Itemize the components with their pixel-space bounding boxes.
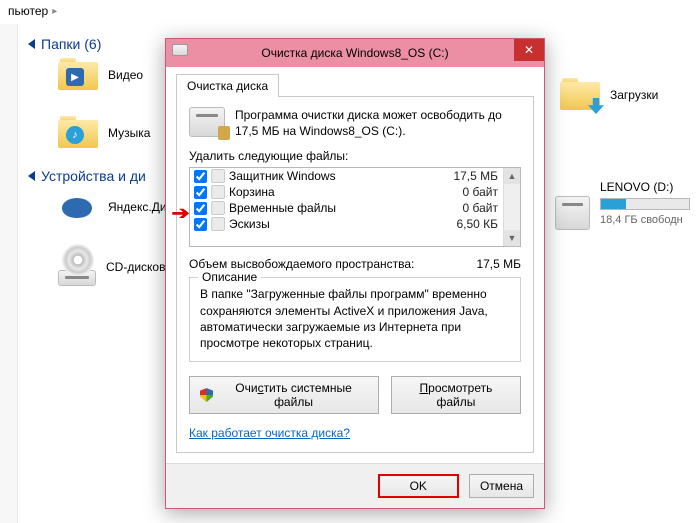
file-item-name: Защитник Windows: [229, 169, 336, 183]
section-folders-label: Папки (6): [41, 36, 101, 52]
total-freed-label: Объем высвобождаемого пространства:: [189, 257, 414, 271]
description-group: Описание В папке "Загруженные файлы прог…: [189, 277, 521, 362]
folder-label: Видео: [108, 68, 143, 82]
file-type-icon: [211, 169, 225, 183]
folder-label: Яндекс.Ди: [108, 200, 167, 214]
cleanup-info-text: Программа очистки диска может освободить…: [235, 107, 521, 139]
disk-cleanup-dialog: Очистка диска Windows8_OS (C:) ✕ Очистка…: [165, 38, 545, 509]
file-item-checkbox[interactable]: [194, 170, 207, 183]
file-item-size: 0 байт: [463, 201, 498, 215]
dialog-titlebar[interactable]: Очистка диска Windows8_OS (C:) ✕: [166, 39, 544, 67]
scroll-down-icon[interactable]: ▼: [504, 230, 520, 246]
folder-icon: ▶: [58, 58, 98, 92]
file-list-item[interactable]: Эскизы 6,50 КБ: [190, 216, 502, 232]
file-type-icon: [211, 217, 225, 231]
total-freed-value: 17,5 МБ: [476, 257, 521, 271]
file-list-item[interactable]: Корзина 0 байт: [190, 184, 502, 200]
drive-label: LENOVO (D:): [600, 180, 690, 194]
disk-cleanup-icon: [172, 44, 188, 60]
file-item-checkbox[interactable]: [194, 202, 207, 215]
section-devices-label: Устройства и ди: [41, 168, 146, 184]
drive-usage-bar: [600, 198, 690, 210]
chevron-right-icon: ▸: [52, 6, 57, 17]
view-files-button[interactable]: Просмотреть файлы: [391, 376, 521, 414]
nav-sidebar: [0, 24, 18, 523]
folder-icon: ♪: [58, 116, 98, 150]
file-item-size: 0 байт: [463, 185, 498, 199]
uac-shield-icon: [200, 388, 213, 402]
dialog-footer: OK Отмена: [166, 463, 544, 508]
file-item-checkbox[interactable]: [194, 218, 207, 231]
folder-label: Музыка: [108, 126, 150, 140]
file-item-size: 6,50 КБ: [456, 217, 498, 231]
cd-drive-icon: [58, 248, 96, 286]
annotation-arrow-icon: ➔: [171, 203, 189, 224]
collapse-triangle-icon: [28, 39, 35, 49]
file-item-checkbox[interactable]: [194, 186, 207, 199]
drive-free-text: 18,4 ГБ свободн: [600, 214, 690, 226]
close-button[interactable]: ✕: [514, 39, 544, 61]
folder-downloads[interactable]: Загрузки: [560, 78, 690, 112]
folder-label: Загрузки: [610, 88, 658, 102]
description-legend: Описание: [198, 270, 261, 284]
file-type-icon: [211, 185, 225, 199]
folder-label: CD-дисков: [106, 260, 165, 274]
file-item-name: Временные файлы: [229, 201, 336, 215]
collapse-triangle-icon: [28, 171, 35, 181]
file-list-item[interactable]: Защитник Windows 17,5 МБ: [190, 168, 502, 184]
dialog-title: Очистка диска Windows8_OS (C:): [261, 46, 448, 60]
file-type-icon: [211, 201, 225, 215]
close-icon: ✕: [524, 43, 534, 57]
scrollbar[interactable]: ▲ ▼: [503, 168, 520, 246]
file-list-item[interactable]: Временные файлы 0 байт: [190, 200, 502, 216]
file-item-name: Корзина: [229, 185, 275, 199]
music-note-icon: ♪: [66, 126, 84, 144]
file-item-size: 17,5 МБ: [453, 169, 498, 183]
scroll-up-icon[interactable]: ▲: [504, 168, 520, 184]
breadcrumb-text: пьютер: [8, 4, 48, 18]
files-list[interactable]: Защитник Windows17,5 МБКорзина0 байтВрем…: [189, 167, 521, 247]
help-link[interactable]: Как работает очистка диска?: [189, 426, 521, 440]
file-item-name: Эскизы: [229, 217, 270, 231]
hard-drive-icon: [555, 196, 590, 230]
ok-button[interactable]: OK: [378, 474, 459, 498]
delete-files-label: Удалить следующие файлы:: [189, 149, 521, 163]
drive-lenovo-d[interactable]: LENOVO (D:) 18,4 ГБ свободн: [555, 180, 690, 230]
yandex-disk-icon: [58, 190, 98, 224]
folder-icon: [560, 78, 600, 112]
clean-system-files-button[interactable]: Очистить системные файлы: [189, 376, 379, 414]
cancel-button[interactable]: Отмена: [469, 474, 534, 498]
drive-cleanup-icon: [189, 107, 225, 137]
tab-disk-cleanup[interactable]: Очистка диска: [176, 74, 279, 97]
description-text: В папке "Загруженные файлы программ" вре…: [200, 286, 510, 351]
breadcrumb[interactable]: пьютер ▸: [0, 0, 700, 22]
video-icon: ▶: [66, 68, 84, 86]
